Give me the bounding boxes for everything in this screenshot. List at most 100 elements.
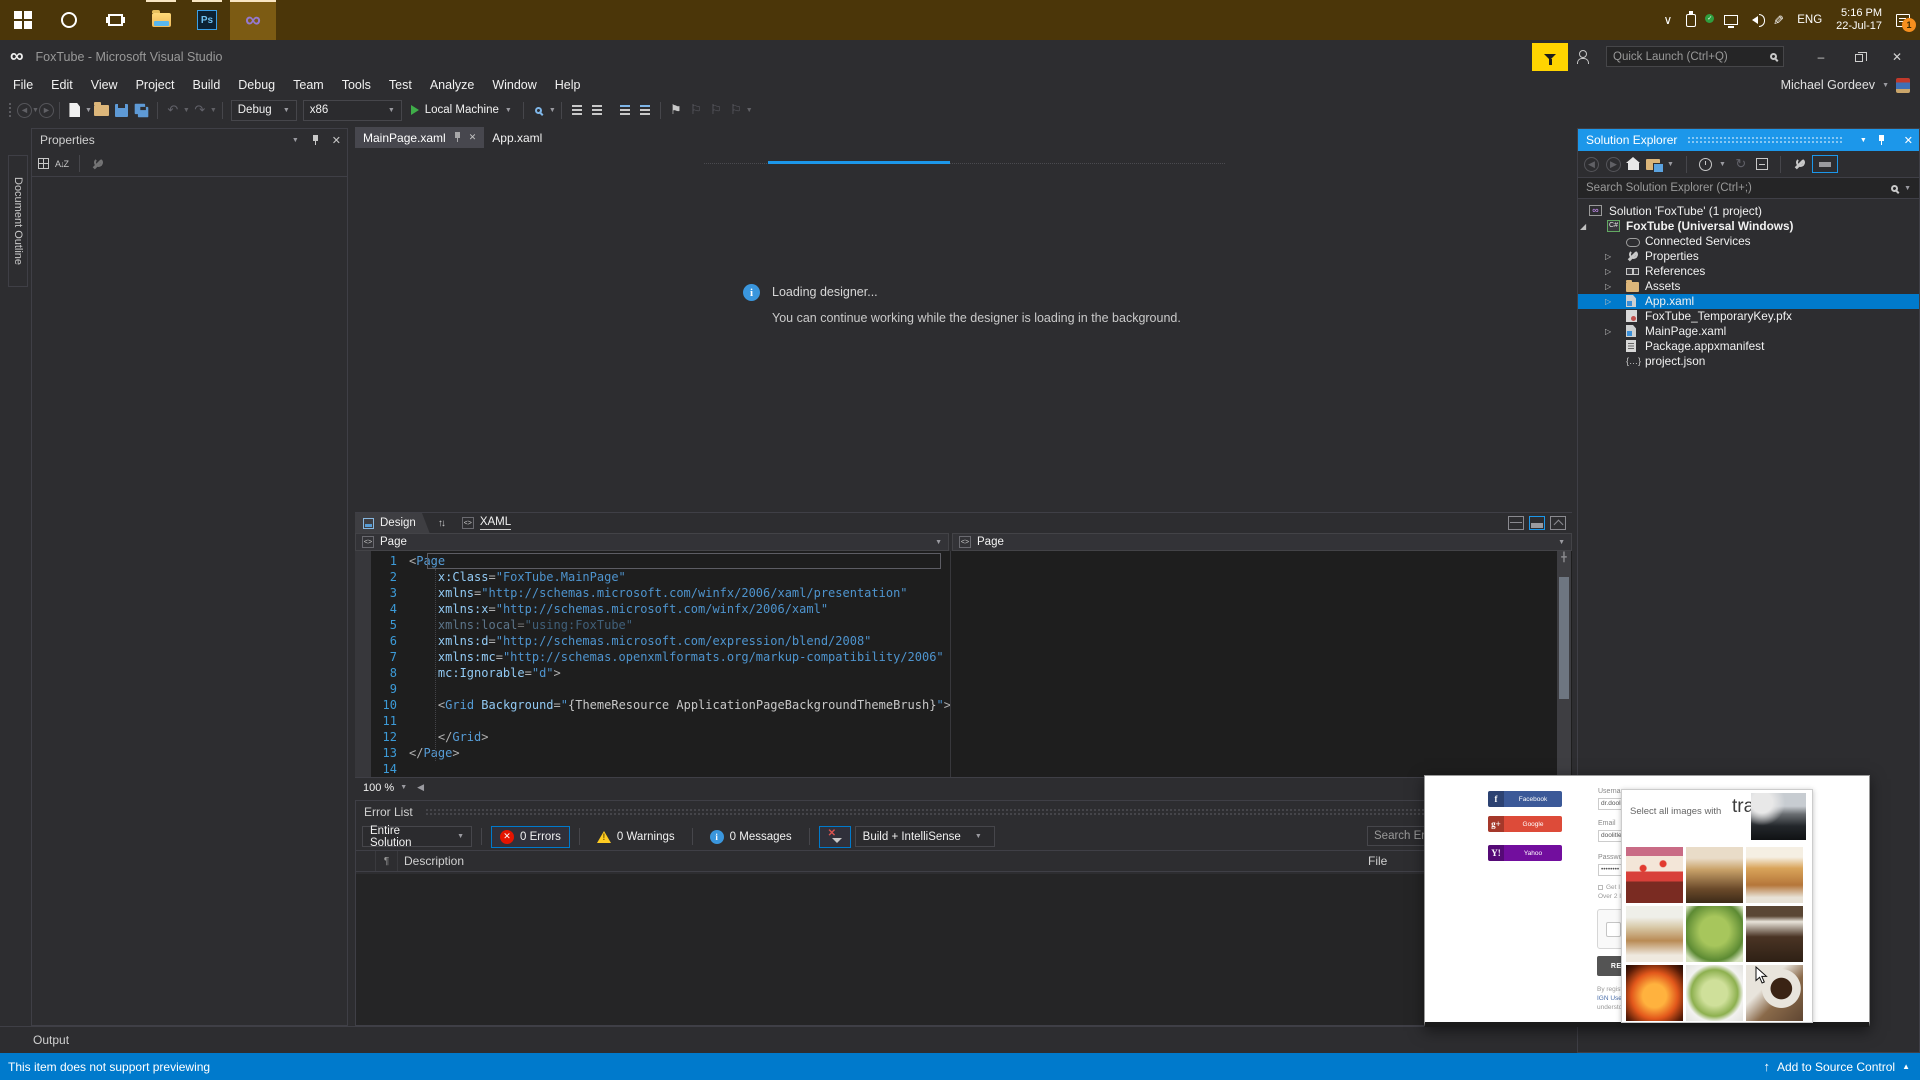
toolbar-grip[interactable]	[8, 102, 13, 118]
tree-item-app-xaml[interactable]: ▷ App.xaml	[1578, 294, 1919, 309]
editor-pane-divider[interactable]	[950, 551, 951, 777]
vertical-scrollbar[interactable]: ╋	[1557, 551, 1571, 777]
menu-tools[interactable]: Tools	[333, 73, 380, 97]
tree-item-assets[interactable]: ▷ Assets	[1578, 279, 1919, 294]
tree-item-solution-foxtube-1-project[interactable]: ∞ Solution 'FoxTube' (1 project)	[1578, 204, 1919, 219]
previous-bookmark-icon[interactable]: ⚐	[687, 101, 705, 119]
tab-mainpage.xaml[interactable]: MainPage.xaml ✕	[355, 127, 485, 148]
taskbar-cortana-button[interactable]	[46, 0, 92, 40]
clock[interactable]: 5:16 PM 22-Jul-17	[1836, 7, 1882, 33]
start-debugging-button[interactable]: Local Machine ▼	[410, 104, 512, 116]
scrollbar-thumb[interactable]	[1559, 577, 1569, 699]
tree-item-references[interactable]: ▷ References	[1578, 264, 1919, 279]
close-icon[interactable]: ✕	[469, 132, 477, 143]
expanded-arrow-icon[interactable]: ◢	[1580, 219, 1586, 234]
menu-project[interactable]: Project	[127, 73, 184, 97]
split-grip-icon[interactable]: ╋	[1557, 551, 1571, 565]
platform-dropdown[interactable]: x86 ▼	[302, 99, 402, 121]
close-icon[interactable]: ✕	[1904, 134, 1913, 147]
solution-explorer-search-input[interactable]: Search Solution Explorer (Ctrl+;) ▼	[1578, 177, 1919, 199]
tree-item-foxtube-universal-windows[interactable]: ◢ C# FoxTube (Universal Windows)	[1578, 219, 1919, 234]
caramel-dessert-image[interactable]	[1686, 847, 1743, 903]
save-all-icon[interactable]	[133, 101, 151, 119]
collapsed-arrow-icon[interactable]: ▷	[1605, 324, 1611, 339]
home-icon[interactable]	[1626, 157, 1640, 170]
menu-debug[interactable]: Debug	[229, 73, 284, 97]
property-pages-icon[interactable]	[91, 157, 104, 170]
glowing-basket-image[interactable]	[1626, 965, 1683, 1021]
menu-edit[interactable]: Edit	[42, 73, 82, 97]
file-column-header[interactable]: File	[1368, 854, 1387, 868]
description-column-header[interactable]: Description	[398, 854, 464, 868]
switch-views-icon[interactable]	[1646, 158, 1664, 173]
forward-icon[interactable]: ▶	[1606, 156, 1621, 172]
next-bookmark-icon[interactable]: ⚐	[707, 101, 725, 119]
scope-dropdown[interactable]: Entire Solution ▼	[362, 825, 472, 849]
hidden-icons-chevron-icon[interactable]: ∨	[1664, 13, 1673, 27]
notifications-button[interactable]	[1532, 42, 1568, 71]
taskbar-file-explorer-button[interactable]	[138, 0, 184, 40]
collapsed-arrow-icon[interactable]: ▷	[1605, 249, 1611, 264]
zoom-level[interactable]: 100 %	[355, 782, 400, 794]
tab-app.xaml[interactable]: App.xaml	[484, 127, 550, 148]
add-to-source-control[interactable]: ↑ Add to Source Control ▲	[1764, 1059, 1911, 1074]
preview-selected-items-toggle[interactable]	[1811, 155, 1838, 173]
collapse-pane-icon[interactable]	[1529, 516, 1545, 530]
menu-build[interactable]: Build	[183, 73, 229, 97]
element-breadcrumb-right[interactable]: <> Page ▼	[952, 533, 1572, 551]
tree-item-properties[interactable]: ▷ Properties	[1578, 249, 1919, 264]
pending-changes-icon[interactable]	[1698, 157, 1712, 171]
split-horizontal-icon[interactable]	[1508, 516, 1524, 530]
restore-button[interactable]	[1844, 44, 1874, 70]
pin-icon[interactable]	[1877, 134, 1886, 146]
facebook-login-button[interactable]: f Facebook	[1488, 791, 1562, 807]
strawberry-cake-image[interactable]	[1626, 847, 1683, 903]
tree-item-foxtube-temporarykey-pfx[interactable]: FoxTube_TemporaryKey.pfx	[1578, 309, 1919, 324]
taskbar-visual-studio-button[interactable]: ∞	[230, 0, 276, 40]
nav-back-icon[interactable]: ◄	[17, 102, 32, 118]
xaml-code-editor[interactable]: 1 < Page 2 x:Class = "FoxTube.MainPage" 3 xmln…	[355, 551, 1572, 777]
newsletter-checkbox[interactable]	[1598, 885, 1603, 890]
debug-configuration-dropdown[interactable]: Debug ▼	[230, 99, 297, 121]
menu-window[interactable]: Window	[483, 73, 545, 97]
pin-icon[interactable]	[311, 134, 320, 146]
bookmark-icon[interactable]: ⚑	[667, 101, 685, 119]
clear-bookmarks-icon[interactable]: ⚐	[727, 101, 745, 119]
outline-icon[interactable]	[588, 101, 606, 119]
save-icon[interactable]	[113, 101, 131, 119]
usb-device-icon[interactable]	[1686, 10, 1697, 27]
warnings-toggle[interactable]: 0 Warnings	[589, 826, 683, 848]
window-position-chevron-icon[interactable]: ▼	[292, 137, 299, 144]
messages-toggle[interactable]: i 0 Messages	[702, 826, 800, 848]
tree-item-package-appxmanifest[interactable]: Package.appxmanifest	[1578, 339, 1919, 354]
categorized-icon[interactable]	[38, 158, 49, 169]
new-file-icon[interactable]	[66, 101, 84, 119]
network-icon[interactable]	[1724, 15, 1739, 28]
tab-xaml[interactable]: <> XAML	[452, 513, 521, 534]
new-query-icon[interactable]	[568, 101, 586, 119]
window-position-chevron-icon[interactable]: ▼	[1860, 137, 1867, 144]
element-breadcrumb-left[interactable]: <> Page ▼	[355, 533, 949, 551]
menu-team[interactable]: Team	[284, 73, 333, 97]
menu-view[interactable]: View	[82, 73, 127, 97]
pancakes-image[interactable]	[1746, 847, 1803, 903]
salad-image[interactable]	[1686, 906, 1743, 962]
undo-icon[interactable]: ↶	[164, 101, 182, 119]
document-outline-tab[interactable]: Document Outline	[8, 155, 28, 287]
menu-analyze[interactable]: Analyze	[421, 73, 483, 97]
swap-panes-icon[interactable]: ↑↓	[438, 518, 446, 529]
pin-icon[interactable]	[453, 132, 462, 143]
language-indicator[interactable]: ENG	[1797, 14, 1822, 26]
expand-pane-icon[interactable]	[1550, 516, 1566, 530]
errors-toggle[interactable]: ✕ 0 Errors	[491, 825, 570, 848]
coffee-beans-image[interactable]	[1746, 906, 1803, 962]
filter-button[interactable]: ✕	[818, 825, 851, 848]
menu-help[interactable]: Help	[546, 73, 590, 97]
redo-icon[interactable]: ↷	[191, 101, 209, 119]
find-icon[interactable]	[530, 101, 548, 119]
collapsed-arrow-icon[interactable]: ▷	[1605, 294, 1611, 309]
taskbar-photoshop-button[interactable]: Ps	[184, 0, 230, 40]
close-icon[interactable]: ✕	[332, 134, 341, 147]
collapse-all-icon[interactable]	[1755, 158, 1768, 170]
menu-file[interactable]: File	[4, 73, 42, 97]
